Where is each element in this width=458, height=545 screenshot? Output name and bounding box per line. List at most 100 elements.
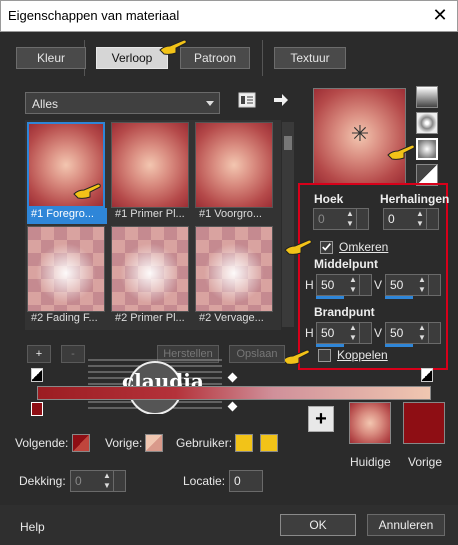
link-checkbox[interactable] — [318, 349, 331, 362]
invert-label[interactable]: Omkeren — [339, 240, 388, 254]
spin-arrows[interactable]: ▲ ▼ — [347, 323, 359, 343]
arrow-right-icon[interactable] — [273, 93, 289, 107]
prev-label: Vorige: — [105, 436, 143, 450]
focal-h-spinner[interactable]: 50 ▲ ▼ — [316, 322, 372, 344]
repeats-spinner[interactable]: 0 ▲ ▼ — [383, 208, 439, 230]
repeats-label: Herhalingen — [380, 192, 450, 206]
midpoint-label: Middelpunt — [314, 257, 378, 271]
mid-h-value: 50 — [321, 278, 335, 292]
color-stop-start[interactable] — [31, 402, 43, 416]
center-cross-icon[interactable]: ✳ — [349, 123, 371, 145]
spin-arrows[interactable]: ▲ ▼ — [347, 275, 359, 295]
dropdown-arrow-icon[interactable] — [428, 323, 440, 343]
dropdown-arrow-icon — [206, 101, 214, 106]
focal-v-value: 50 — [390, 326, 404, 340]
spin-arrows[interactable]: ▲ ▼ — [414, 209, 426, 229]
gallery-caption: #2 Vervage... — [199, 312, 264, 324]
spin-arrows[interactable]: ▲ ▼ — [101, 471, 113, 491]
tab-kleur[interactable]: Kleur — [16, 47, 86, 69]
mid-v-label: V — [374, 278, 383, 292]
midpoint-h-spinner[interactable]: 50 ▲ ▼ — [316, 274, 372, 296]
gradient-strip[interactable] — [37, 386, 431, 400]
mid-h-label: H — [305, 278, 314, 292]
spin-arrows[interactable]: ▲ ▼ — [416, 323, 428, 343]
midpoint-v-bar — [385, 296, 413, 299]
link-label[interactable]: Koppelen — [337, 348, 388, 362]
mid-v-value: 50 — [390, 278, 404, 292]
opacity-midpoint[interactable] — [227, 372, 238, 383]
dropdown-arrow-icon[interactable] — [428, 275, 440, 295]
scrollbar-thumb[interactable] — [284, 136, 292, 150]
gallery-item[interactable] — [111, 122, 189, 208]
opacity-value: 0 — [75, 474, 82, 488]
cancel-button[interactable]: Annuleren — [367, 514, 445, 536]
close-icon[interactable]: ✕ — [428, 4, 452, 26]
focal-h-label: H — [305, 326, 314, 340]
opacity-spinner[interactable]: 0 ▲ ▼ — [70, 470, 126, 492]
user-swatch-2[interactable] — [260, 434, 278, 452]
dropdown-arrow-icon[interactable] — [113, 471, 125, 491]
angle-spinner[interactable]: 0 ▲ ▼ — [313, 208, 369, 230]
user-label: Gebruiker: — [176, 436, 233, 450]
midpoint-v-spinner[interactable]: 50 ▲ ▼ — [385, 274, 441, 296]
invert-checkbox[interactable] — [320, 241, 333, 254]
pointing-hand-icon — [282, 349, 310, 365]
focal-label: Brandpunt — [314, 305, 375, 319]
add-stop-button[interactable]: + — [27, 345, 51, 363]
library-icon[interactable] — [238, 92, 256, 108]
radial-style-button[interactable] — [416, 138, 438, 160]
help-button[interactable]: Help — [20, 520, 45, 534]
linear-style-button[interactable] — [416, 86, 438, 108]
tab-textuur[interactable]: Textuur — [274, 47, 346, 69]
gallery-item[interactable] — [195, 226, 273, 312]
opacity-stop-end[interactable] — [421, 368, 433, 382]
gallery-caption: #1 Primer Pl... — [115, 208, 185, 220]
gallery-item[interactable] — [111, 226, 189, 312]
tab-separator — [262, 40, 263, 76]
dropdown-arrow-icon[interactable] — [356, 209, 368, 229]
midpoint-h-bar — [316, 296, 344, 299]
pointing-hand-icon — [159, 39, 187, 55]
pointing-hand-icon — [73, 183, 101, 199]
next-swatch[interactable] — [72, 434, 90, 452]
dropdown-arrow-icon[interactable] — [359, 275, 371, 295]
angle-label: Hoek — [314, 192, 344, 206]
prev-swatch[interactable] — [145, 434, 163, 452]
location-input[interactable]: 0 — [229, 470, 263, 492]
repeats-value: 0 — [388, 212, 395, 226]
next-label: Volgende: — [15, 436, 69, 450]
previous-material-preview[interactable] — [403, 402, 445, 444]
current-label: Huidige — [350, 455, 391, 469]
gallery-caption: #2 Fading F... — [31, 312, 98, 324]
spin-arrows[interactable]: ▲ ▼ — [344, 209, 356, 229]
location-label: Locatie: — [183, 474, 226, 488]
previous-label: Vorige — [408, 455, 443, 469]
add-to-swatches-button[interactable]: + — [308, 406, 334, 432]
focal-v-bar — [385, 344, 413, 347]
location-value: 0 — [234, 474, 241, 488]
opacity-stop-start[interactable] — [31, 368, 43, 382]
rect-style-button[interactable] — [416, 112, 438, 134]
user-swatch-1[interactable] — [235, 434, 253, 452]
gallery-caption: #1 Voorgro... — [199, 208, 262, 220]
focal-h-bar — [316, 344, 344, 347]
checkmark-icon — [322, 243, 331, 251]
dropdown-arrow-icon[interactable] — [426, 209, 438, 229]
focal-h-value: 50 — [321, 326, 335, 340]
gallery-item[interactable] — [27, 226, 105, 312]
pointing-hand-icon — [284, 239, 312, 255]
tab-patroon[interactable]: Patroon — [180, 47, 250, 69]
save-button[interactable]: Opslaan — [229, 345, 285, 363]
library-dropdown[interactable]: Alles — [25, 92, 220, 114]
ok-button[interactable]: OK — [280, 514, 356, 536]
gallery-caption: #2 Primer Pl... — [115, 312, 185, 324]
dropdown-arrow-icon[interactable] — [359, 323, 371, 343]
gallery-scrollbar[interactable] — [282, 122, 294, 327]
current-material-preview[interactable] — [349, 402, 391, 444]
focal-v-spinner[interactable]: 50 ▲ ▼ — [385, 322, 441, 344]
spin-arrows[interactable]: ▲ ▼ — [416, 275, 428, 295]
color-midpoint[interactable] — [227, 401, 238, 412]
gallery-item[interactable] — [195, 122, 273, 208]
angle-value: 0 — [318, 212, 325, 226]
remove-stop-button[interactable]: - — [61, 345, 85, 363]
